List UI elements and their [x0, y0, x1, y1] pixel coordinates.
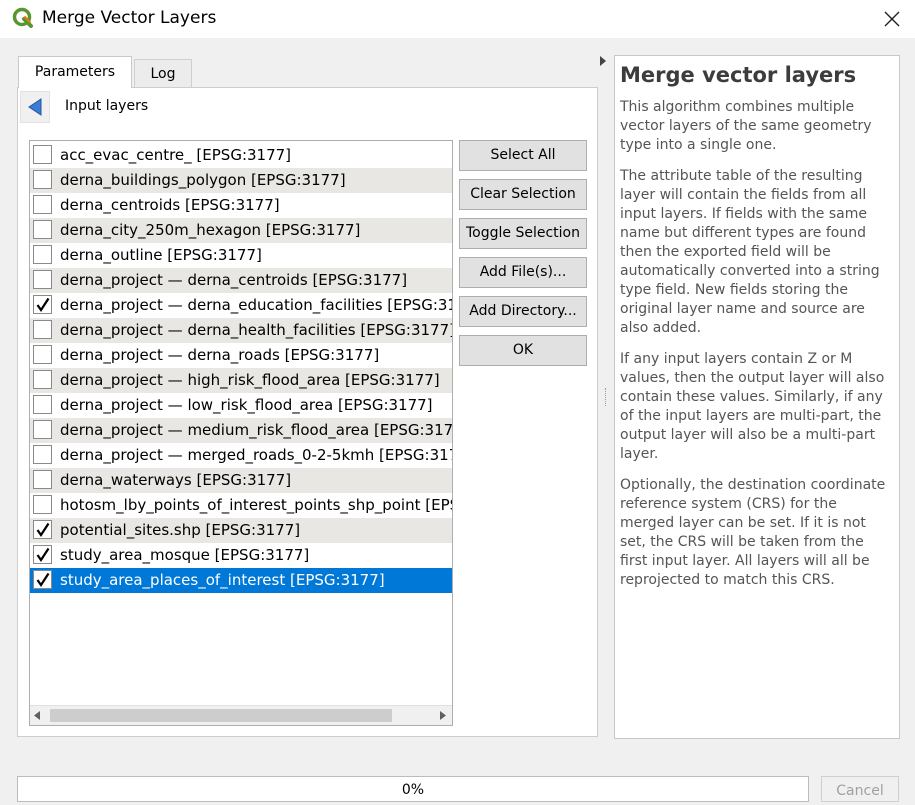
layer-row[interactable]: derna_project — derna_health_facilities …: [30, 318, 452, 343]
layer-checkbox[interactable]: [33, 495, 52, 514]
layer-row[interactable]: derna_buildings_polygon [EPSG:3177]: [30, 168, 452, 193]
layer-checkbox[interactable]: [33, 420, 52, 439]
breadcrumb: Input layers: [65, 98, 149, 114]
window-title: Merge Vector Layers: [42, 8, 217, 28]
layer-label: derna_buildings_polygon [EPSG:3177]: [60, 171, 346, 189]
layer-label: study_area_places_of_interest [EPSG:3177…: [60, 571, 385, 589]
checkmark-icon: [36, 572, 50, 587]
layer-checkbox[interactable]: [33, 470, 52, 489]
layer-checkbox[interactable]: [33, 220, 52, 239]
layer-label: hotosm_lby_points_of_interest_points_shp…: [60, 496, 452, 514]
clear-selection-button[interactable]: Clear Selection: [459, 179, 587, 210]
layer-checkbox[interactable]: [33, 570, 52, 589]
help-title: Merge vector layers: [620, 63, 857, 87]
back-button[interactable]: [20, 91, 50, 123]
layer-row[interactable]: hotosm_lby_points_of_interest_points_shp…: [30, 493, 452, 518]
layer-label: derna_project — derna_health_facilities …: [60, 321, 452, 339]
layer-list[interactable]: acc_evac_centre_ [EPSG:3177] derna_buildi…: [29, 140, 453, 726]
layer-checkbox[interactable]: [33, 195, 52, 214]
layer-label: derna_project — derna_centroids [EPSG:31…: [60, 271, 408, 289]
close-icon: [884, 11, 900, 27]
layer-label: study_area_mosque [EPSG:3177]: [60, 546, 310, 564]
toggle-selection-button[interactable]: Toggle Selection: [459, 218, 587, 249]
progress-bar: 0%: [17, 776, 809, 802]
cancel-button[interactable]: Cancel: [821, 776, 899, 802]
collapse-help-icon[interactable]: [600, 56, 606, 66]
scroll-right-icon[interactable]: [439, 711, 446, 720]
layer-checkbox[interactable]: [33, 295, 52, 314]
layer-row[interactable]: derna_project — medium_risk_flood_area […: [30, 418, 452, 443]
layer-row[interactable]: potential_sites.shp [EPSG:3177]: [30, 518, 452, 543]
splitter-handle[interactable]: [605, 388, 608, 406]
layer-checkbox[interactable]: [33, 520, 52, 539]
layer-label: acc_evac_centre_ [EPSG:3177]: [60, 146, 292, 164]
layer-checkbox[interactable]: [33, 345, 52, 364]
layer-label: potential_sites.shp [EPSG:3177]: [60, 521, 301, 539]
layer-label: derna_project — derna_education_faciliti…: [60, 296, 452, 314]
layer-row[interactable]: derna_project — low_risk_flood_area [EPS…: [30, 393, 452, 418]
select-all-button[interactable]: Select All: [459, 140, 587, 171]
layer-checkbox[interactable]: [33, 545, 52, 564]
layer-row[interactable]: derna_project — derna_centroids [EPSG:31…: [30, 268, 452, 293]
layer-row[interactable]: derna_project — derna_education_faciliti…: [30, 293, 452, 318]
layer-row[interactable]: derna_city_250m_hexagon [EPSG:3177]: [30, 218, 452, 243]
ok-button[interactable]: OK: [459, 335, 587, 366]
layer-label: derna_project — medium_risk_flood_area […: [60, 421, 452, 439]
checkmark-icon: [36, 297, 50, 312]
close-button[interactable]: [869, 0, 915, 38]
layer-label: derna_project — merged_roads_0-2-5kmh [E…: [60, 446, 452, 464]
layer-checkbox[interactable]: [33, 320, 52, 339]
layer-row[interactable]: derna_outline [EPSG:3177]: [30, 243, 452, 268]
layer-checkbox[interactable]: [33, 145, 52, 164]
qgis-logo-icon: [12, 7, 33, 28]
layer-checkbox[interactable]: [33, 245, 52, 264]
arrow-left-icon: [28, 98, 42, 116]
add-directory-button[interactable]: Add Directory...: [459, 296, 587, 327]
layer-row[interactable]: study_area_places_of_interest [EPSG:3177…: [30, 568, 452, 593]
add-files-button[interactable]: Add File(s)...: [459, 257, 587, 288]
layer-row[interactable]: study_area_mosque [EPSG:3177]: [30, 543, 452, 568]
layer-row[interactable]: derna_project — derna_roads [EPSG:3177]: [30, 343, 452, 368]
help-panel: Merge vector layers This algorithm combi…: [614, 55, 900, 739]
help-paragraph: This algorithm combines multiple vector …: [620, 99, 872, 153]
help-paragraph: Optionally, the destination coordinate r…: [620, 477, 886, 588]
layer-label: derna_waterways [EPSG:3177]: [60, 471, 292, 489]
layer-row[interactable]: derna_waterways [EPSG:3177]: [30, 468, 452, 493]
layer-row[interactable]: derna_project — high_risk_flood_area [EP…: [30, 368, 452, 393]
layer-checkbox[interactable]: [33, 445, 52, 464]
layer-row[interactable]: derna_project — merged_roads_0-2-5kmh [E…: [30, 443, 452, 468]
tab-parameters[interactable]: Parameters: [18, 56, 132, 88]
layer-label: derna_city_250m_hexagon [EPSG:3177]: [60, 221, 361, 239]
tab-log[interactable]: Log: [134, 59, 192, 88]
layer-checkbox[interactable]: [33, 270, 52, 289]
scroll-left-icon[interactable]: [34, 711, 41, 720]
layer-label: derna_project — derna_roads [EPSG:3177]: [60, 346, 380, 364]
layer-label: derna_project — high_risk_flood_area [EP…: [60, 371, 440, 389]
layer-checkbox[interactable]: [33, 395, 52, 414]
progress-label: 0%: [401, 782, 425, 798]
checkmark-icon: [36, 547, 50, 562]
layer-label: derna_centroids [EPSG:3177]: [60, 196, 280, 214]
horizontal-scrollbar[interactable]: [30, 705, 452, 725]
layer-checkbox[interactable]: [33, 370, 52, 389]
layer-row[interactable]: derna_centroids [EPSG:3177]: [30, 193, 452, 218]
scrollbar-thumb[interactable]: [50, 709, 392, 722]
help-paragraph: The attribute table of the resulting lay…: [620, 168, 880, 336]
layer-label: derna_project — low_risk_flood_area [EPS…: [60, 396, 433, 414]
checkmark-icon: [36, 522, 50, 537]
layer-checkbox[interactable]: [33, 170, 52, 189]
layer-row[interactable]: acc_evac_centre_ [EPSG:3177]: [30, 143, 452, 168]
help-paragraph: If any input layers contain Z or M value…: [620, 351, 885, 462]
title-bar: Merge Vector Layers: [0, 0, 915, 38]
layer-label: derna_outline [EPSG:3177]: [60, 246, 262, 264]
